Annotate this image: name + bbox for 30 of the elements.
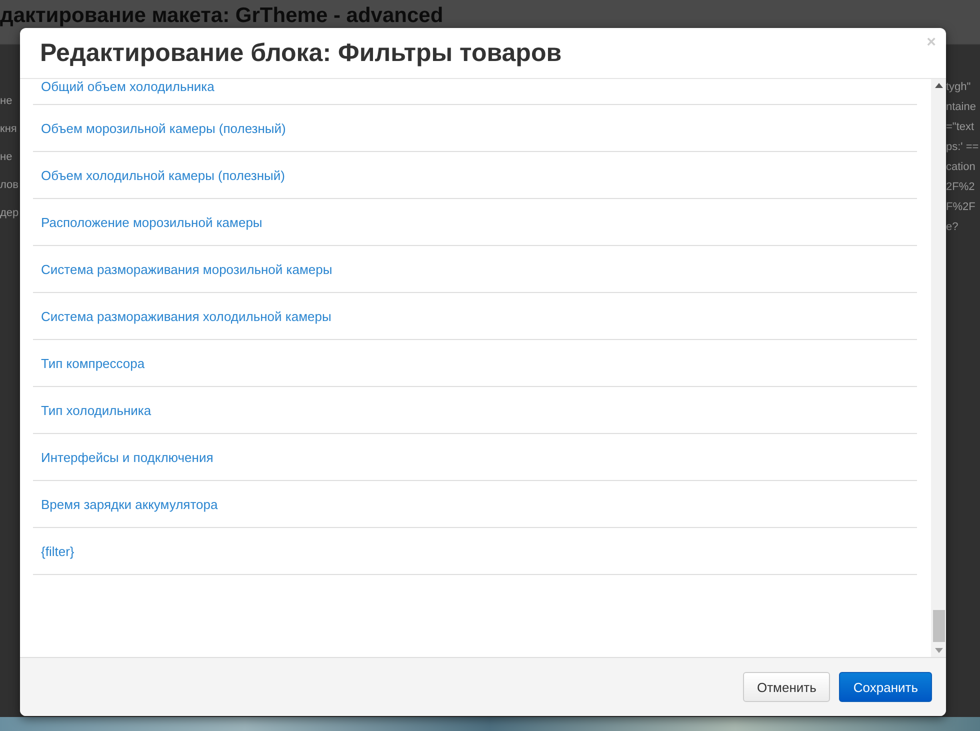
filter-link[interactable]: Объем морозильной камеры (полезный) <box>41 120 286 136</box>
filter-link[interactable]: Время зарядки аккумулятора <box>41 496 218 512</box>
background-text: cation <box>946 161 976 173</box>
scrollbar[interactable] <box>931 79 946 657</box>
background-text: tygh" <box>946 81 972 93</box>
background-text: лов <box>0 179 20 191</box>
background-text: дер <box>0 207 20 219</box>
background-text: кня <box>0 123 18 135</box>
scroll-down-icon[interactable] <box>934 648 942 653</box>
filter-link[interactable]: Интерфейсы и подключения <box>41 450 214 464</box>
save-button[interactable]: Сохранить <box>839 672 932 702</box>
background-text: ntaine <box>946 101 977 113</box>
filter-link[interactable]: Тип холодильника <box>41 402 152 418</box>
background-text: 2F%2 <box>946 181 976 193</box>
filter-link[interactable]: Система размораживания холодильной камеры <box>41 308 332 324</box>
background-text: не <box>0 95 14 107</box>
filter-link[interactable]: Расположение морозильной камеры <box>41 214 262 230</box>
filter-link[interactable]: Тип компрессора <box>41 356 145 370</box>
background-text: e? <box>946 221 960 233</box>
filter-link[interactable]: Общий объем холодильника <box>41 79 214 94</box>
scroll-up-icon[interactable] <box>934 83 942 88</box>
filter-link[interactable]: Объем холодильной камеры (полезный) <box>41 168 285 182</box>
filter-link[interactable]: {filter} <box>41 544 74 558</box>
filter-link[interactable]: Система размораживания морозильной камеры <box>41 262 332 276</box>
cancel-button[interactable]: Отменить <box>742 672 830 702</box>
background-text: F%2F <box>946 201 976 213</box>
scrollbar-thumb[interactable] <box>932 610 944 642</box>
background-text: не <box>0 151 14 163</box>
background-text: ="text <box>946 121 976 133</box>
background-text: ps:' == <box>946 141 980 153</box>
